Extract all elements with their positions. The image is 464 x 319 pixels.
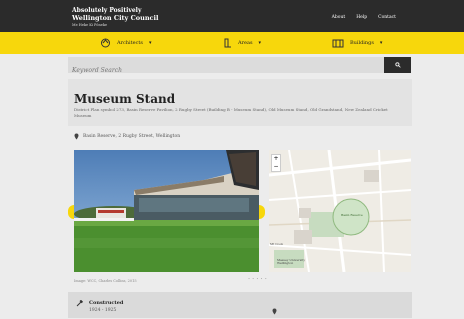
map-label-mt-cook: Mt Cook [270,242,283,246]
location-pin-icon [272,300,277,319]
nav-help[interactable]: Help [356,15,367,20]
buildings-icon [332,39,344,48]
zoom-out-button[interactable]: − [272,163,280,171]
nav-contact[interactable]: Contact [378,15,396,20]
site-header: Absolutely Positively Wellington City Co… [0,0,464,32]
zoom-in-button[interactable]: + [272,155,280,163]
search-button[interactable] [384,57,411,73]
page-description: District Plan symbol 273, Basin Reserve … [74,107,388,118]
hammer-icon [76,300,83,307]
map-label-basin-reserve: Basin Reserve [341,213,363,217]
council-logo[interactable]: Absolutely Positively Wellington City Co… [72,8,158,27]
area-icon [224,38,231,48]
stadium-photo-image [74,150,259,272]
category-label: Architects [117,40,143,46]
category-buildings[interactable]: Buildings ▾ [332,38,382,48]
category-bar: Architects ▾ Areas ▾ Buildings ▾ [0,32,464,54]
map-zoom-controls: + − [271,154,281,172]
category-areas[interactable]: Areas ▾ [224,38,261,48]
photo-caption: Image: WCC, Charles Collins, 2015 [74,279,137,283]
category-label: Areas [238,40,253,46]
logo-line-2: Wellington City Council [72,14,159,22]
search-input[interactable] [68,63,376,78]
location-pin-icon [74,133,79,140]
constructed-info: Constructed 1924 - 1925 [76,300,123,313]
search-box [68,57,384,78]
map-image [269,150,411,272]
category-label: Buildings [350,40,374,46]
chevron-down-icon: ▾ [379,40,383,46]
carousel-prev-button[interactable] [68,205,74,219]
map-label-massey: Massey University Wellington [277,258,306,266]
constructed-years: 1924 - 1925 [89,308,117,313]
top-nav: About Help Contact [332,15,396,20]
carousel-dots[interactable]: • • • • • [248,277,267,281]
logo-line-3: Me Heke Ki Pōneke [72,22,108,27]
address-text: Basin Reserve, 2 Rugby Street, Wellingto… [83,134,181,139]
location-map[interactable]: Basin Reserve Mt Cook Massey University … [269,150,411,272]
search-icon [394,62,401,68]
constructed-label: Constructed [89,300,124,306]
chevron-down-icon: ▾ [258,40,262,46]
nav-about[interactable]: About [332,15,346,20]
page-title: Museum Stand [74,92,176,106]
chevron-down-icon: ▾ [148,40,152,46]
carousel-next-button[interactable] [259,205,265,219]
address-line: Basin Reserve, 2 Rugby Street, Wellingto… [74,133,180,140]
category-architects[interactable]: Architects ▾ [100,38,151,48]
architect-icon [101,38,110,48]
building-photo[interactable] [74,150,259,272]
